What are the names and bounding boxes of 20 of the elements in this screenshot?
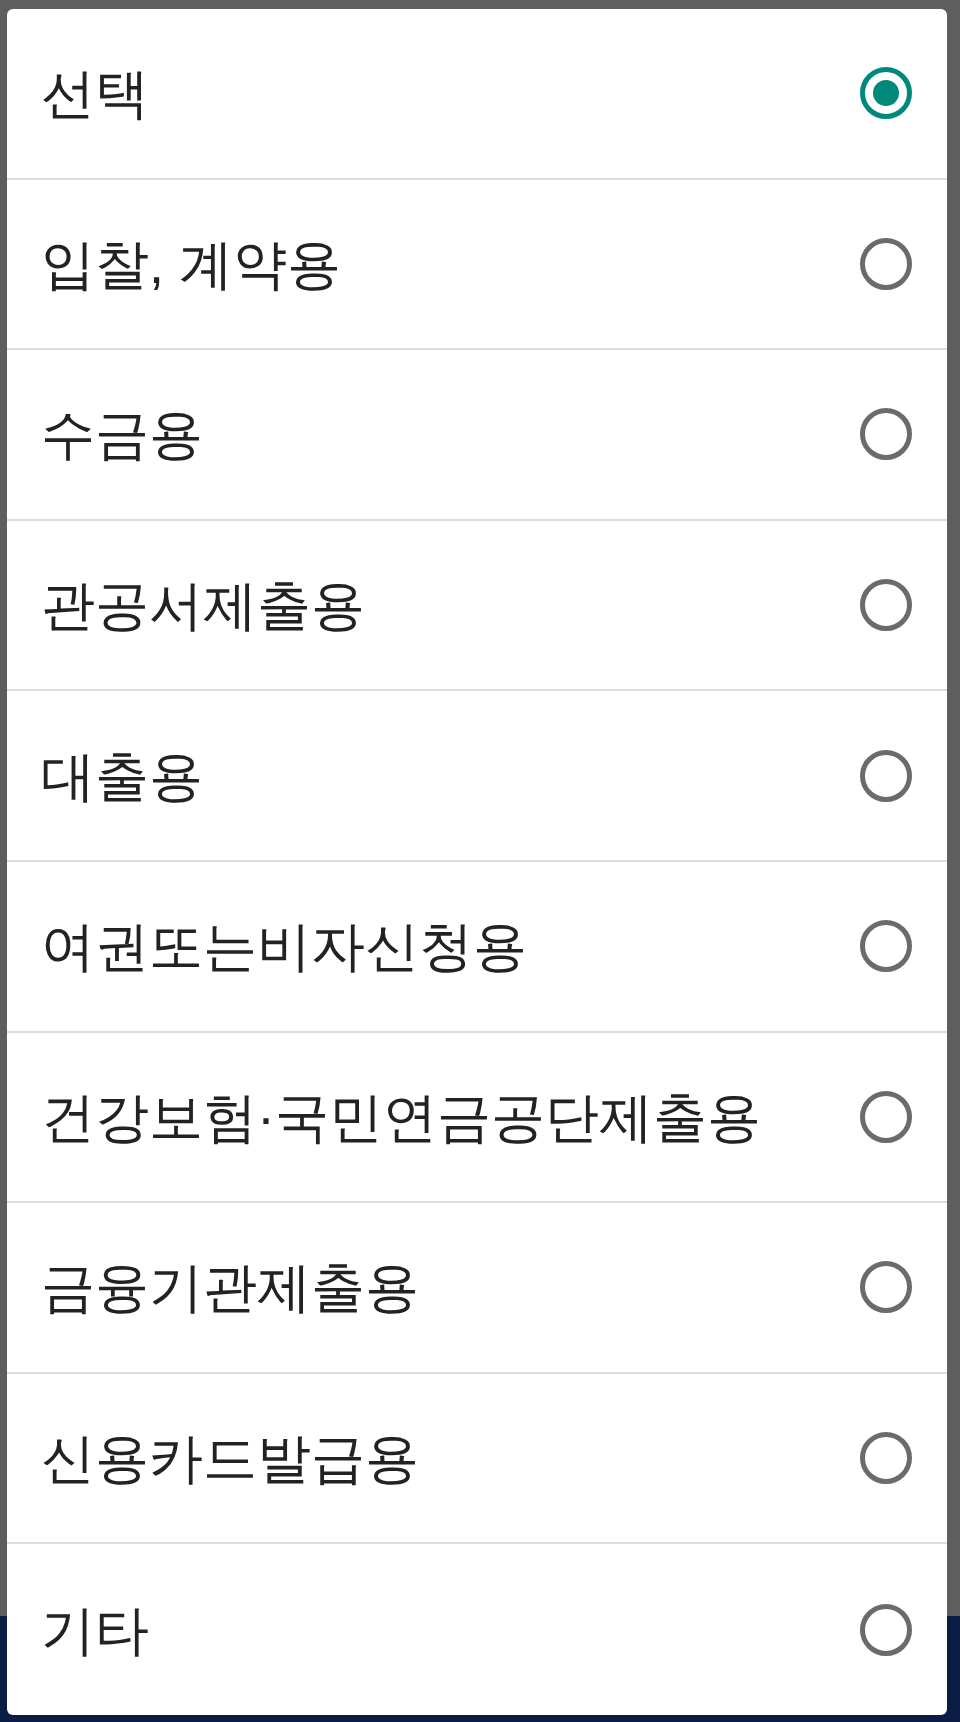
- radio-button[interactable]: [860, 237, 912, 290]
- radio-button[interactable]: [860, 408, 912, 461]
- option-label[interactable]: 선택: [41, 66, 149, 121]
- option-label[interactable]: 건강보험·국민연금공단제출용: [41, 1089, 761, 1144]
- option-label[interactable]: 신용카드발급용: [41, 1431, 419, 1486]
- option-label[interactable]: 관공서제출용: [41, 578, 365, 633]
- radio-button[interactable]: [860, 1090, 912, 1143]
- option-label[interactable]: 금융기관제출용: [41, 1260, 419, 1315]
- radio-button[interactable]: [860, 1432, 912, 1485]
- option-label[interactable]: 수금용: [41, 407, 203, 462]
- option-label[interactable]: 기타: [41, 1602, 149, 1657]
- radio-button[interactable]: [860, 579, 912, 632]
- radio-button[interactable]: [860, 67, 912, 120]
- radio-button[interactable]: [860, 920, 912, 973]
- option-label[interactable]: 대출용: [41, 748, 203, 803]
- radio-button[interactable]: [860, 1261, 912, 1314]
- radio-button[interactable]: [860, 1603, 912, 1656]
- option-label[interactable]: 여권또는비자신청용: [41, 919, 527, 974]
- radio-button[interactable]: [860, 749, 912, 802]
- option-label[interactable]: 입찰, 계약용: [41, 236, 341, 291]
